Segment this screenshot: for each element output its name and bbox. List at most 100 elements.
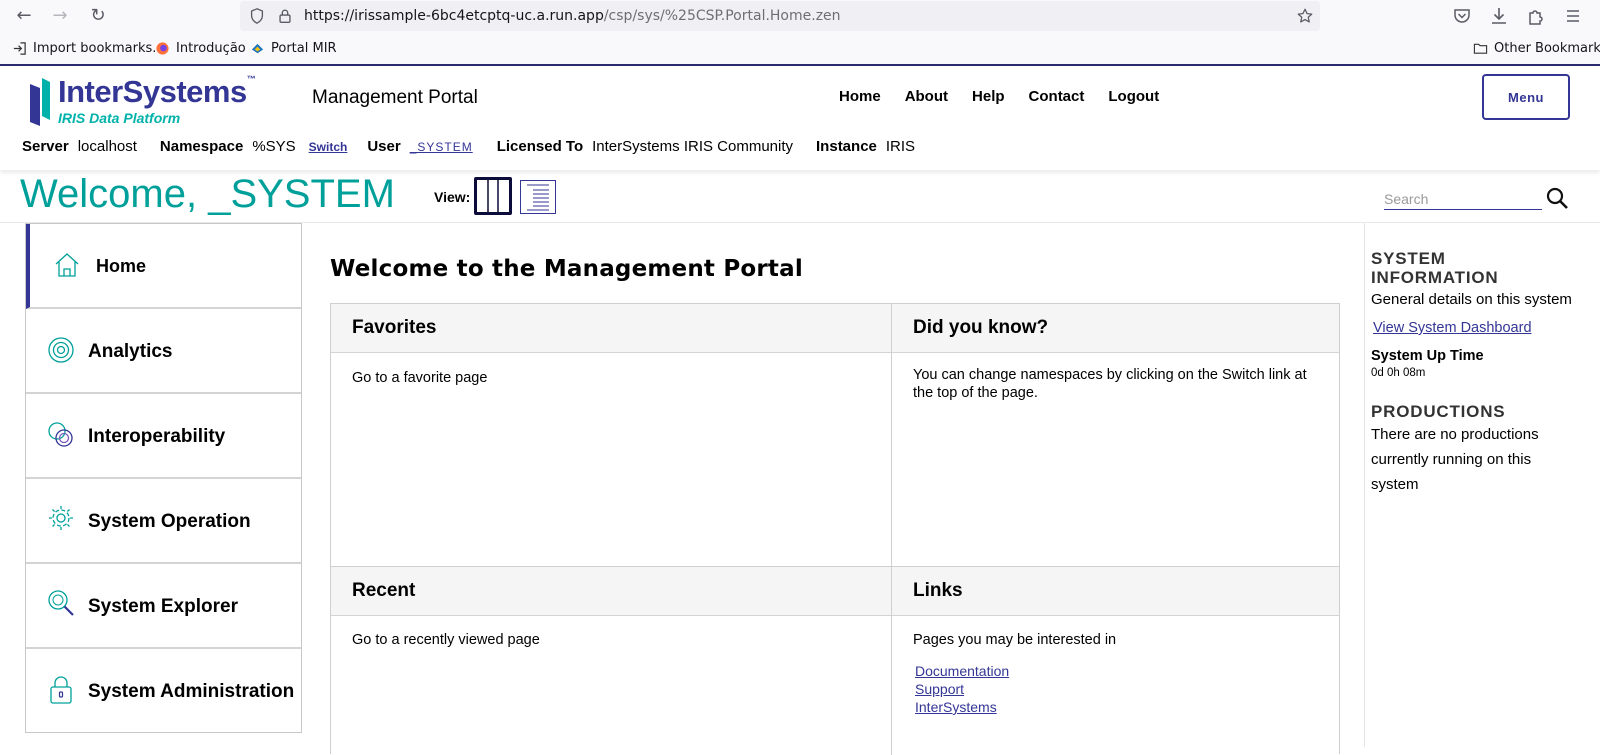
namespace-label: Namespace [159, 138, 244, 155]
analytics-icon [48, 337, 74, 363]
favorites-text: Go to a favorite page [352, 370, 488, 386]
bookmark-introducao[interactable]: Introdução [155, 41, 246, 56]
nav-home-link[interactable]: Home [839, 88, 881, 105]
firefox-icon [156, 42, 169, 55]
nav-contact-link[interactable]: Contact [1029, 88, 1085, 105]
support-link[interactable]: Support [915, 680, 1009, 698]
context-info-row: Server localhost Namespace %SYS Switch U… [22, 138, 938, 155]
download-icon[interactable] [1488, 5, 1510, 27]
sidebar-item-home[interactable]: Home [26, 224, 301, 309]
switch-namespace-link[interactable]: Switch [309, 140, 348, 154]
logo-name: InterSystems™ [58, 74, 256, 110]
url-path: /csp/sys/%25CSP.Portal.Home.zen [603, 8, 841, 24]
sidebar-item-label: System Operation [88, 511, 251, 532]
recent-header: Recent [331, 567, 891, 616]
instance-value: IRIS [885, 138, 916, 155]
portal-header: InterSystems™ IRIS Data Platform Managem… [0, 66, 1600, 170]
links-list: Documentation Support InterSystems [915, 662, 1009, 716]
grid-divider-horizontal [331, 566, 1339, 567]
bookmark-label: Portal MIR [271, 41, 337, 56]
forward-arrow-icon[interactable]: → [48, 4, 72, 28]
bookmark-label: Import bookmarks... [33, 41, 165, 56]
sidebar-item-system-explorer[interactable]: System Explorer [26, 564, 301, 649]
sidebar-item-analytics[interactable]: Analytics [26, 309, 301, 394]
main-title: Welcome to the Management Portal [330, 256, 803, 282]
interoperability-icon [48, 422, 73, 447]
import-icon [13, 42, 26, 55]
links-panel: Links Pages you may be interested in Doc… [892, 567, 1339, 755]
view-list-button[interactable] [520, 180, 556, 214]
other-bookmarks[interactable]: Other Bookmarks [1473, 41, 1600, 56]
nav-logout-link[interactable]: Logout [1108, 88, 1159, 105]
menu-button[interactable]: Menu [1482, 74, 1570, 120]
favorites-header: Favorites [331, 304, 891, 353]
intersystems-logo[interactable]: InterSystems™ IRIS Data Platform [28, 72, 258, 128]
home-icon [55, 253, 79, 277]
view-label: View: [434, 189, 471, 205]
productions-text: There are no productions currently runni… [1371, 426, 1539, 493]
sidebar-item-system-operation[interactable]: System Operation [26, 479, 301, 564]
bookmark-portal-mir[interactable]: Portal MIR [250, 41, 337, 56]
did-you-know-text: You can change namespaces by clicking on… [913, 367, 1307, 401]
favorites-title: Favorites [352, 317, 437, 338]
nav-help-link[interactable]: Help [972, 88, 1005, 105]
grid-divider-vertical [891, 304, 892, 755]
reload-icon[interactable]: ↻ [86, 4, 110, 28]
sidebar-item-label: System Explorer [88, 596, 238, 617]
address-bar[interactable]: https://irissample-6bc4etcptq-uc.a.run.a… [240, 1, 1320, 31]
portal-title: Management Portal [312, 87, 478, 108]
view-system-dashboard-link[interactable]: View System Dashboard [1373, 320, 1532, 336]
did-you-know-panel: Did you know? You can change namespaces … [892, 304, 1339, 566]
links-text: Pages you may be interested in [913, 632, 1117, 648]
columns-icon [487, 180, 499, 212]
dashboard-grid: Favorites Go to a favorite page Did you … [330, 303, 1340, 755]
magnifier-icon [48, 590, 74, 616]
padlock-icon[interactable] [276, 7, 294, 25]
url-text[interactable]: https://irissample-6bc4etcptq-uc.a.run.a… [304, 8, 841, 24]
sidebar: Home Analytics Interoperability System O… [25, 223, 302, 733]
sidebar-item-interoperability[interactable]: Interoperability [26, 394, 301, 479]
did-you-know-header: Did you know? [892, 304, 1339, 353]
user-link[interactable]: _SYSTEM [410, 140, 473, 154]
links-title: Links [913, 580, 963, 601]
links-header: Links [892, 567, 1339, 616]
system-info-panel: SYSTEM INFORMATION General details on th… [1364, 223, 1600, 747]
view-columns-button[interactable] [474, 177, 512, 215]
search-input[interactable] [1384, 188, 1542, 210]
logo-mark-icon [30, 78, 50, 126]
welcome-heading: Welcome, _SYSTEM [20, 172, 395, 216]
back-arrow-icon[interactable]: ← [12, 4, 36, 28]
intersystems-link[interactable]: InterSystems [915, 698, 1009, 716]
recent-title: Recent [352, 580, 416, 601]
shield-icon[interactable] [248, 7, 266, 25]
favorites-panel: Favorites Go to a favorite page [331, 304, 891, 566]
system-info-heading: SYSTEM INFORMATION [1371, 249, 1499, 287]
url-host: https://irissample-6bc4etcptq-uc.a.run.a… [304, 8, 604, 24]
system-info-text: General details on this system [1371, 291, 1572, 308]
server-value: localhost [77, 138, 137, 155]
bookmark-import[interactable]: Import bookmarks... [12, 41, 165, 56]
licensed-to-label: Licensed To [496, 138, 584, 155]
sidebar-item-label: Interoperability [88, 426, 226, 447]
extensions-icon[interactable] [1525, 5, 1547, 27]
licensed-to-value: InterSystems IRIS Community [592, 138, 794, 155]
productions-heading: PRODUCTIONS [1371, 402, 1506, 421]
other-bookmarks-label: Other Bookmarks [1494, 41, 1600, 56]
bookmark-label: Introdução [176, 41, 246, 56]
sidebar-item-label: System Administration [88, 681, 295, 702]
sidebar-item-system-administration[interactable]: System Administration [26, 649, 301, 734]
recent-text: Go to a recently viewed page [352, 632, 540, 648]
nav-about-link[interactable]: About [905, 88, 948, 105]
logo-name-text: InterSystems [58, 74, 247, 109]
lock-icon [50, 676, 72, 704]
trademark-mark: ™ [246, 74, 256, 84]
documentation-link[interactable]: Documentation [915, 662, 1009, 680]
gear-icon [49, 506, 73, 530]
pocket-icon[interactable] [1451, 5, 1473, 27]
uptime-label: System Up Time [1371, 348, 1484, 364]
bookmark-star-icon[interactable] [1296, 7, 1314, 25]
search-icon[interactable] [1545, 186, 1569, 210]
hamburger-menu-icon[interactable] [1562, 5, 1584, 27]
browser-toolbar: ← → ↻ https://irissample-6bc4etcptq-uc.a… [0, 0, 1600, 32]
sidebar-item-label: Home [96, 256, 147, 276]
